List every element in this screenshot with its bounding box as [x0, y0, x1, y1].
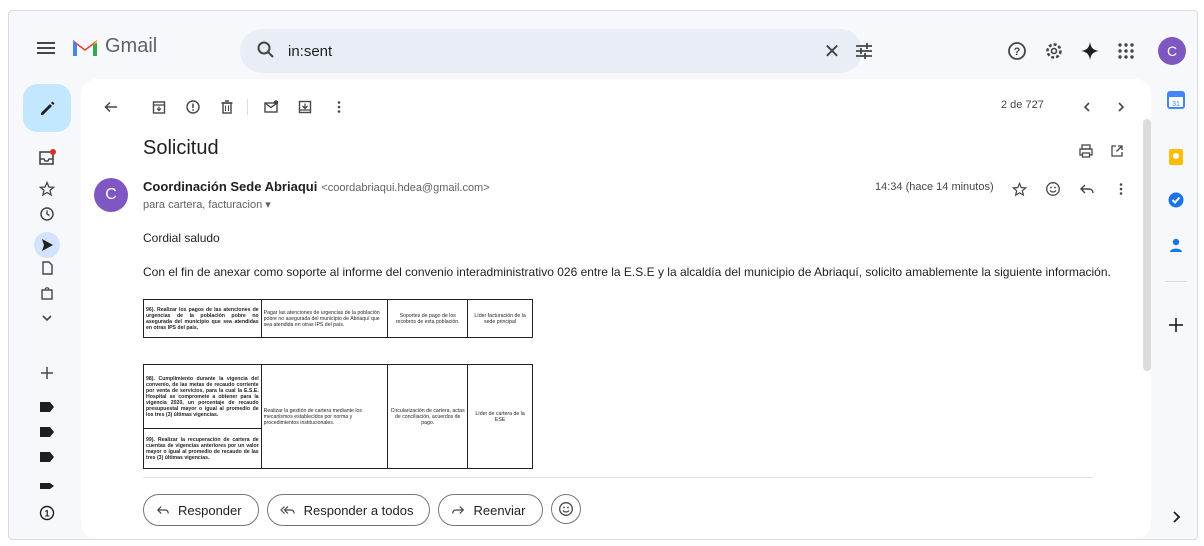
gmail-window: Gmail ✕ ? C	[8, 10, 1198, 540]
emoji-icon	[558, 502, 573, 516]
table-cell: Realizar la gestión de cartera mediante …	[260, 364, 389, 469]
reply-all-button[interactable]: Responder a todos	[266, 494, 431, 526]
reply-icon	[156, 506, 169, 514]
label-icon[interactable]	[37, 473, 57, 493]
purchases-icon[interactable]	[37, 283, 57, 303]
table-cell: Circularización de cartera, actas de con…	[387, 364, 469, 469]
delete-icon[interactable]	[217, 97, 237, 117]
sent-icon[interactable]	[34, 232, 60, 258]
table-cell: 99). Realizar la recuperación de cartera…	[143, 428, 262, 469]
gmail-logo-icon	[73, 39, 97, 56]
move-to-icon[interactable]	[295, 97, 315, 117]
table-row: 98). Cumplimiento durante la vigencia de…	[143, 364, 533, 469]
report-spam-icon[interactable]	[183, 97, 203, 117]
add-label-icon[interactable]	[37, 363, 57, 383]
attachment-table-2: 98). Cumplimiento durante la vigencia de…	[143, 364, 533, 469]
table-row: 96). Realizar los pagos de las atencione…	[143, 299, 533, 338]
reply-actions: Responder Responder a todos Reenviar	[143, 494, 581, 526]
table-cell: Soportes de pago de los recobros de esta…	[387, 299, 469, 338]
gmail-logo[interactable]: Gmail	[71, 35, 157, 58]
toolbar-divider	[247, 99, 248, 115]
svg-text:1: 1	[44, 509, 49, 519]
forward-button[interactable]: Reenviar	[438, 494, 543, 526]
svg-text:?: ?	[1014, 46, 1021, 58]
label-icon[interactable]	[37, 397, 57, 417]
emoji-icon[interactable]	[1043, 179, 1063, 199]
message-time: 14:34 (hace 14 minutos)	[875, 181, 994, 193]
add-addon-icon[interactable]	[1167, 316, 1185, 334]
next-icon[interactable]	[1111, 97, 1131, 117]
apps-icon[interactable]	[1115, 40, 1137, 62]
contacts-icon[interactable]	[1167, 236, 1185, 254]
help-icon[interactable]: ?	[1006, 40, 1028, 62]
settings-icon[interactable]	[1043, 40, 1065, 62]
calendar-icon[interactable]: 31	[1167, 91, 1185, 109]
sender-name[interactable]: Coordinación Sede Abriaqui	[143, 179, 317, 194]
label-icon[interactable]	[37, 447, 57, 467]
sender-line: Coordinación Sede Abriaqui <coordabriaqui…	[143, 179, 490, 194]
label-icon[interactable]	[37, 422, 57, 442]
back-icon[interactable]	[101, 97, 121, 117]
activity-icon[interactable]: 1	[37, 503, 57, 523]
gemini-icon[interactable]	[1079, 40, 1101, 62]
open-new-window-icon[interactable]	[1107, 141, 1127, 161]
emoji-reaction-button[interactable]	[550, 494, 581, 524]
more-vert-icon[interactable]	[329, 97, 349, 117]
drafts-icon[interactable]	[37, 258, 57, 278]
divider	[143, 477, 1093, 478]
table-cell: Líder de cartera de la ESE	[467, 364, 533, 469]
forward-icon	[452, 506, 465, 514]
expand-panel-icon[interactable]	[1167, 508, 1185, 526]
snoozed-icon[interactable]	[37, 204, 57, 224]
search-icon[interactable]	[256, 40, 276, 60]
compose-icon	[41, 101, 55, 115]
prev-icon[interactable]	[1077, 97, 1097, 117]
compose-button[interactable]	[23, 84, 71, 132]
scrollbar[interactable]	[1143, 119, 1151, 371]
account-avatar[interactable]: C	[1158, 37, 1186, 65]
search-bar[interactable]: ✕	[240, 29, 872, 73]
inbox-icon[interactable]	[37, 148, 57, 168]
print-icon[interactable]	[1076, 141, 1096, 161]
reply-button[interactable]: Responder	[143, 494, 259, 526]
pager-text: 2 de 727	[1001, 99, 1044, 111]
table-cell: 96). Realizar los pagos de las atencione…	[143, 299, 262, 338]
archive-icon[interactable]	[149, 97, 169, 117]
side-panel-divider	[1165, 281, 1187, 282]
reply-all-label: Responder a todos	[303, 502, 414, 518]
sender-email: <coordabriaqui.hdea@gmail.com>	[321, 182, 490, 194]
reply-icon[interactable]	[1077, 179, 1097, 199]
table-cell: Líder facturación de la sede principal	[467, 299, 533, 338]
more-vert-icon[interactable]	[1111, 179, 1131, 199]
reply-label: Responder	[178, 502, 242, 518]
tasks-icon[interactable]	[1167, 191, 1185, 209]
star-icon[interactable]	[1009, 179, 1029, 199]
attachment-table-1: 96). Realizar los pagos de las atencione…	[143, 299, 533, 338]
sender-avatar[interactable]: C	[94, 178, 128, 212]
app-name: Gmail	[105, 35, 158, 57]
greeting-text: Cordial saludo	[143, 231, 220, 245]
menu-icon[interactable]	[35, 39, 57, 57]
forward-label: Reenviar	[473, 502, 526, 518]
message-panel: 2 de 727 Solicitud C Coordinación Sede A…	[81, 79, 1151, 539]
table-cell: 98). Cumplimiento durante la vigencia de…	[143, 364, 262, 429]
mark-unread-icon[interactable]	[261, 97, 281, 117]
search-input[interactable]	[288, 39, 768, 63]
recipients-dropdown[interactable]: para cartera, facturacion ▾	[143, 198, 271, 211]
star-icon[interactable]	[37, 179, 57, 199]
message-subject: Solicitud	[143, 137, 219, 159]
keep-icon[interactable]	[1167, 148, 1185, 166]
tune-icon[interactable]	[852, 39, 876, 63]
svg-text:31: 31	[1172, 101, 1180, 108]
reply-all-icon	[279, 506, 295, 514]
body-paragraph: Con el fin de anexar como soporte al inf…	[143, 265, 1111, 279]
top-bar: Gmail ✕ ? C	[9, 11, 1197, 81]
clear-icon[interactable]: ✕	[820, 39, 844, 64]
more-icon[interactable]	[37, 308, 57, 328]
table-cell: Pagar las atenciones de urgencias de la …	[260, 299, 389, 338]
